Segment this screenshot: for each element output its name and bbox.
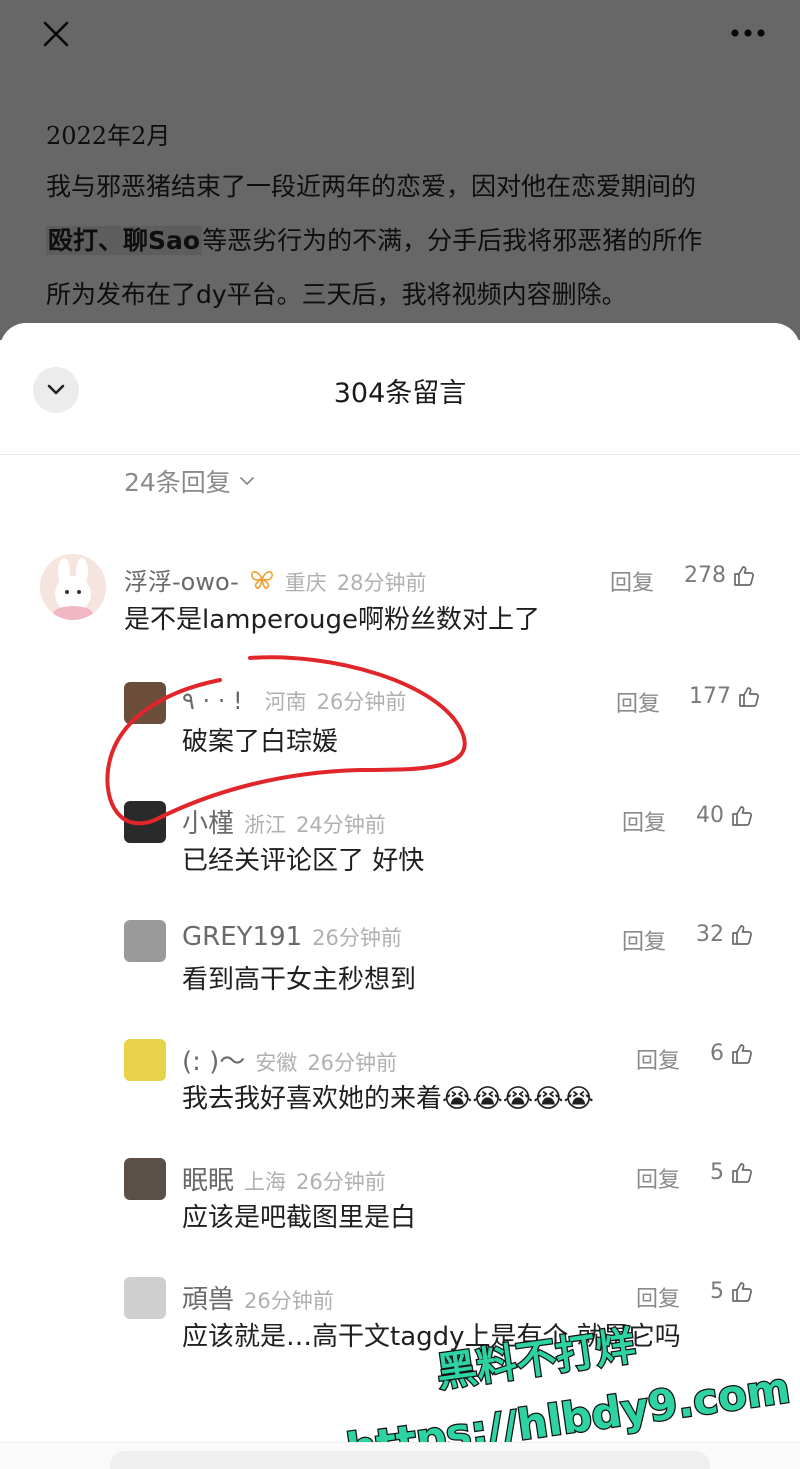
thumb-up-icon [732,924,752,945]
thumb-up-icon [739,686,759,707]
comment-meta: 頑兽 26分钟前 [182,1279,334,1316]
replies-toggle[interactable]: 24条回复 [124,463,255,499]
comment-location: 上海 [244,1170,287,1194]
comment-time: 26分钟前 [312,926,402,950]
comment-author[interactable]: ٩ · · ! [182,687,243,715]
sheet-header: 304条留言 [0,323,800,455]
comment-meta: 眠眠 上海 26分钟前 [182,1160,386,1197]
comment-location: 河南 [264,690,307,714]
like-count: 5 [710,1160,724,1185]
more-icon [731,29,765,37]
avatar[interactable] [124,801,166,843]
comment-author[interactable]: 浮浮-owo- [124,562,239,597]
like-button[interactable]: 278 [684,563,756,588]
chevron-down-icon [239,477,254,486]
comment-text: 应该是吧截图里是白 [182,1203,417,1233]
like-count: 278 [684,563,726,588]
article-highlight: 殴打、聊Sao [46,226,203,255]
reply-button[interactable]: 回复 [636,1281,680,1313]
like-button[interactable]: 5 [710,1279,754,1304]
comment-author[interactable]: 頑兽 [182,1279,234,1316]
like-button[interactable]: 177 [689,684,761,709]
comment-text: 应该就是…高干文tagdy上是有个 就是它吗 [182,1322,681,1352]
comment-location: 浙江 [244,813,287,837]
like-count: 5 [710,1279,724,1304]
comment-author[interactable]: 小槿 [182,803,234,840]
thumb-up-icon [732,805,752,826]
article-line-3: 所为发布在了dy平台。三天后，我将视频内容删除。 [46,280,627,309]
thumb-up-icon [732,1043,752,1064]
like-count: 177 [689,684,731,709]
article-date: 2022年2月 [46,122,171,150]
comment-time: 26分钟前 [244,1289,334,1313]
article-line-1: 我与邪恶猪结束了一段近两年的恋爱，因对他在恋爱期间的 [46,172,697,201]
article-body: 我与邪恶猪结束了一段近两年的恋爱，因对他在恋爱期间的 殴打、聊Sao等恶劣行为的… [46,160,766,322]
thumb-up-icon [734,565,754,586]
comment-time: 26分钟前 [296,1170,386,1194]
like-count: 40 [696,803,724,828]
like-button[interactable]: 5 [710,1160,754,1185]
more-options-button[interactable] [726,18,770,48]
avatar[interactable] [124,1039,166,1081]
reply-button[interactable]: 回复 [636,1043,680,1075]
replies-toggle-label: 24条回复 [124,468,231,497]
comment-time: 24分钟前 [296,813,386,837]
thumb-up-icon [732,1281,752,1302]
comment-author[interactable]: 眠眠 [182,1160,234,1197]
avatar[interactable] [124,920,166,962]
comment-text: 破案了白琮媛 [182,727,339,757]
reply-button[interactable]: 回复 [622,924,666,956]
avatar[interactable] [40,554,106,620]
like-count: 32 [696,922,724,947]
avatar[interactable] [124,1158,166,1200]
reply-button[interactable]: 回复 [622,805,666,837]
comment-meta: (: )～ 安徽 26分钟前 [182,1041,397,1078]
sheet-title: 304条留言 [333,378,467,409]
comments-sheet: 304条留言 24条回复 浮浮-owo- 重庆 28分钟前 回复 278 是不是… [0,323,800,1469]
comment-meta: ٩ · · ! 河南 26分钟前 [182,686,406,716]
comment-input[interactable] [110,1451,710,1469]
reply-button[interactable]: 回复 [636,1162,680,1194]
like-count: 6 [710,1041,724,1066]
avatar[interactable] [124,1277,166,1319]
comment-time: 26分钟前 [307,1051,398,1075]
comment-text: 看到高干女主秒想到 [182,965,417,995]
comment-location: 安徽 [255,1051,298,1075]
comment-time: 26分钟前 [316,690,407,714]
butterfly-icon [250,571,273,589]
article-line-2-rest: 等恶劣行为的不满，分手后我将邪恶猪的所作 [202,226,703,255]
like-button[interactable]: 40 [696,803,754,828]
comment-time: 28分钟前 [336,571,427,595]
close-button[interactable] [36,14,76,54]
bottom-input-bar [0,1442,800,1469]
like-button[interactable]: 32 [696,922,754,947]
thumb-up-icon [732,1162,752,1183]
reply-button[interactable]: 回复 [616,686,660,718]
bunny-avatar-icon [40,554,106,620]
comment-text: 我去我好喜欢她的来着😭😭😭😭😭 [182,1084,594,1114]
comment-meta: GREY191 26分钟前 [182,922,402,952]
comment-author[interactable]: GREY191 [182,922,302,952]
comment-meta: 浮浮-owo- 重庆 28分钟前 [124,562,427,597]
comment-location: 重庆 [284,571,327,595]
article-line-2: 殴打、聊Sao等恶劣行为的不满，分手后我将邪恶猪的所作 [46,214,766,268]
reply-button[interactable]: 回复 [610,565,654,597]
avatar[interactable] [124,682,166,724]
article-background: 2022年2月 我与邪恶猪结束了一段近两年的恋爱，因对他在恋爱期间的 殴打、聊S… [0,0,800,340]
close-icon [43,21,69,47]
comment-meta: 小槿 浙江 24分钟前 [182,803,386,840]
comment-text: 已经关评论区了 好快 [182,846,425,876]
comment-text: 是不是lamperouge啊粉丝数对上了 [124,605,540,635]
like-button[interactable]: 6 [710,1041,754,1066]
comment-author[interactable]: (: )～ [182,1041,245,1078]
